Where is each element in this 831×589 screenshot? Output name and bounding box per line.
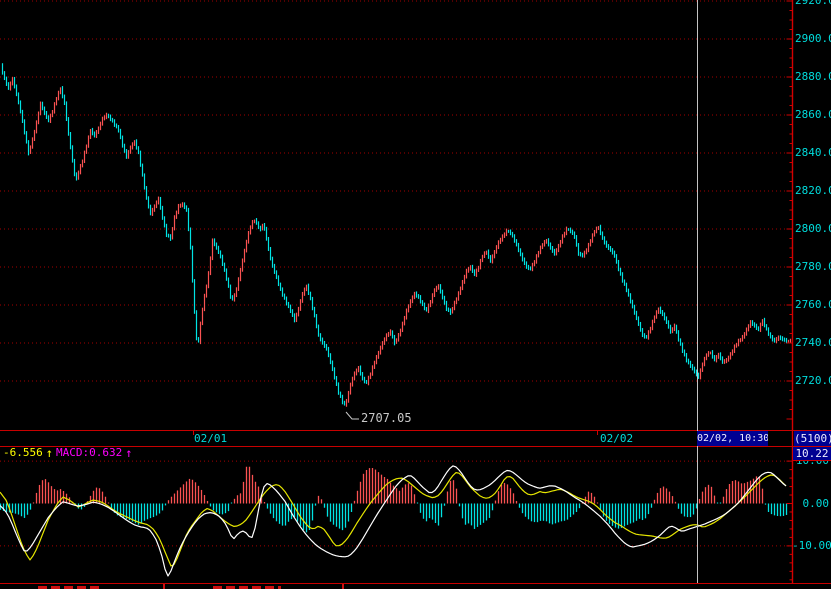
price-tick-label: 2820.00 (795, 184, 831, 198)
crosshair-datetime-badge: 02/02, 10:30 (697, 431, 768, 446)
chart-canvas[interactable] (0, 0, 831, 589)
price-tick-label: 2900.00 (795, 32, 831, 46)
price-tick-label: 2800.00 (795, 222, 831, 236)
price-tick-label: 2860.00 (795, 108, 831, 122)
macd-fast-value: -6.556 (3, 446, 43, 460)
up-arrow-icon: ↑ (46, 446, 53, 460)
bottom-tab-separator (342, 584, 344, 589)
macd-header[interactable]: -6.556 ↑ MACD:0.632 ↑ (3, 446, 132, 460)
low-annotation-pointer (346, 412, 359, 419)
price-tick-label: 2740.00 (795, 336, 831, 350)
macd-current-value-badge: 10.22 (793, 447, 831, 461)
date-label-day2[interactable]: 02/02 (600, 431, 633, 446)
price-tick-label: 2720.00 (795, 374, 831, 388)
bottom-tab-separator (163, 584, 165, 589)
contract-badge: (5100) (794, 431, 831, 446)
axes-frame (0, 0, 831, 584)
crosshair-datetime-text: 02/02, 10:30 (697, 433, 768, 444)
gridlines (0, 1, 797, 546)
macd-tick-label: 0.00 (792, 497, 829, 511)
macd-dif-dea-lines (0, 466, 786, 576)
up-arrow-icon: ↑ (125, 446, 132, 460)
price-tick-label: 2760.00 (795, 298, 831, 312)
price-tick-label: 2880.00 (795, 70, 831, 84)
price-tick-label: 2840.00 (795, 146, 831, 160)
price-tick-label: 2780.00 (795, 260, 831, 274)
trading-terminal-window: 2920.00 2900.00 2880.00 2860.00 2840.00 2820.… (0, 0, 831, 589)
date-label-day1[interactable]: 02/01 (194, 431, 227, 446)
macd-tick-label: -10.00 (792, 539, 829, 553)
low-price-annotation: 2707.05 (361, 411, 412, 425)
price-tick-label: 2920.00 (795, 0, 831, 8)
macd-indicator-value: MACD:0.632 (56, 446, 122, 460)
macd-histogram (1, 467, 787, 533)
